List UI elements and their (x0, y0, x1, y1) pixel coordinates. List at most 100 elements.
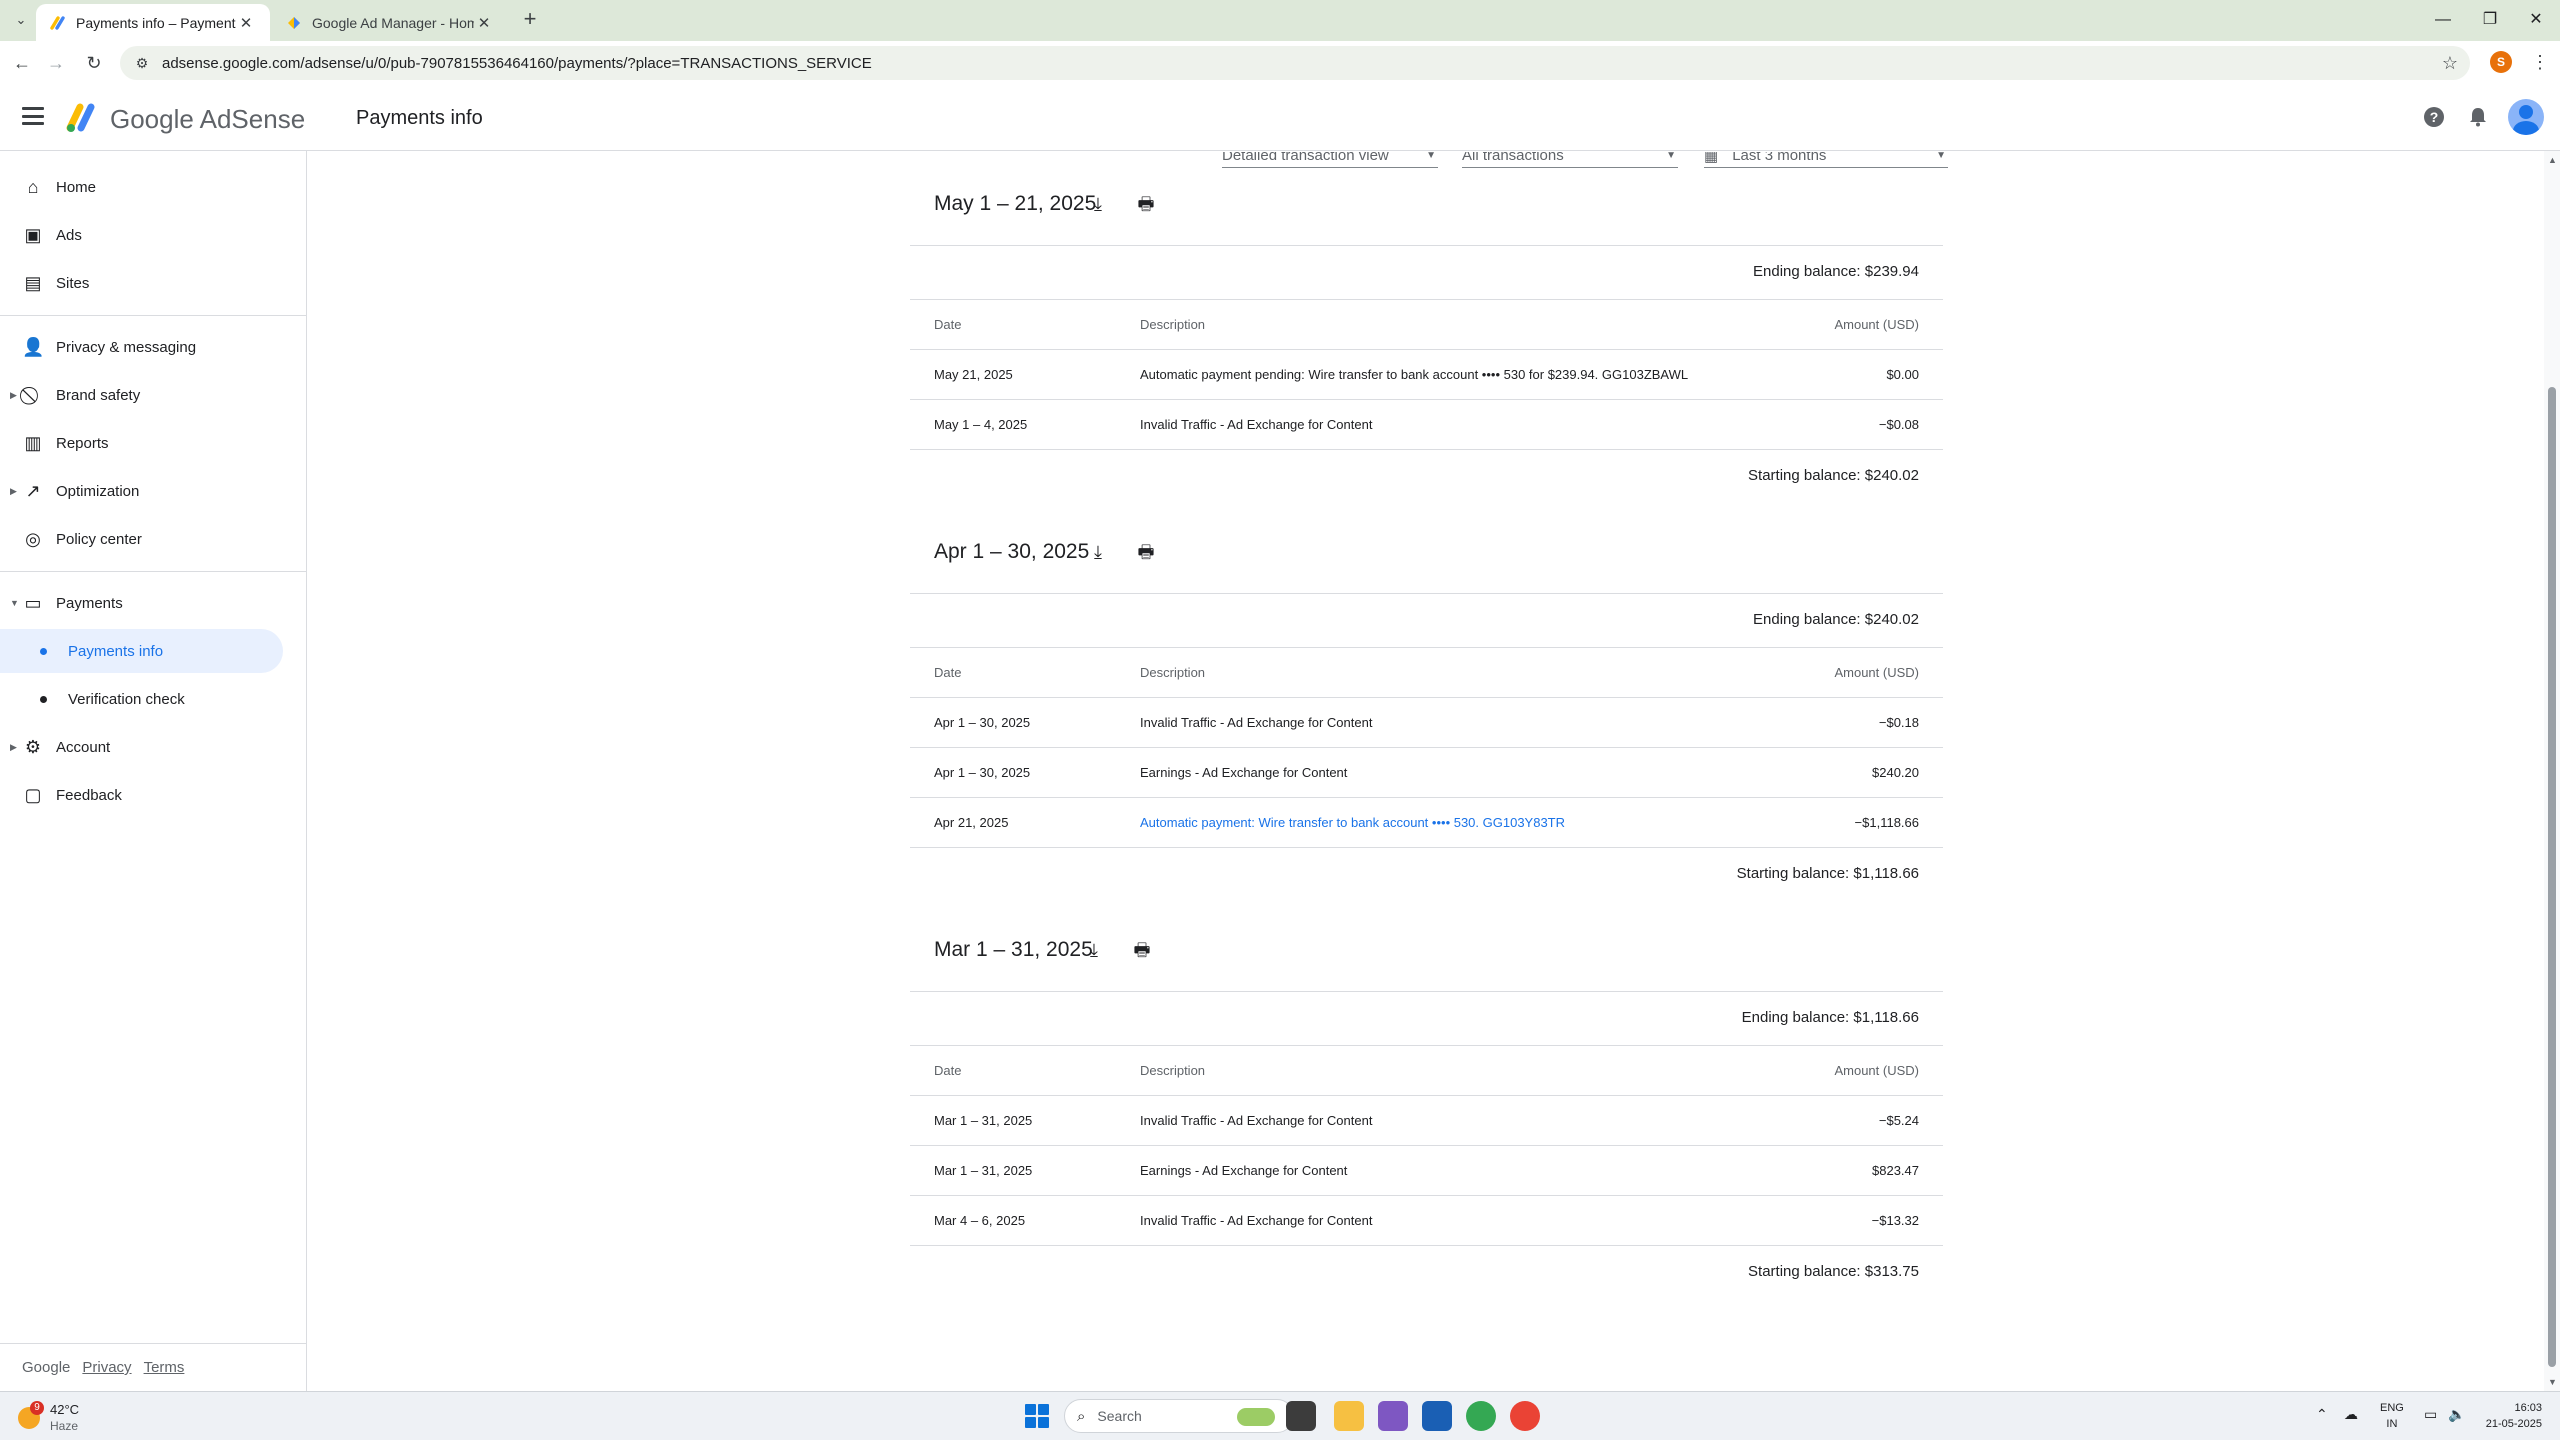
sidebar-item-privacy-messaging[interactable]: 👤 Privacy & messaging (0, 325, 283, 369)
url-text[interactable]: adsense.google.com/adsense/u/0/pub-79078… (162, 55, 872, 72)
address-bar[interactable]: ⚙ adsense.google.com/adsense/u/0/pub-790… (120, 46, 2470, 80)
expand-caret-icon[interactable]: ▶ (10, 486, 17, 497)
view-filter-dropdown[interactable]: Detailed transaction view ▼ (1222, 152, 1438, 168)
row-amount: −$13.32 (1871, 1213, 1919, 1228)
copilot-icon[interactable] (1378, 1401, 1408, 1431)
browser-toolbar: ← → ↻ ⚙ adsense.google.com/adsense/u/0/p… (0, 41, 2560, 85)
sidebar-item-sites[interactable]: ▤ Sites (0, 261, 283, 305)
collapse-caret-icon[interactable]: ▼ (10, 598, 19, 608)
bookmark-star-icon[interactable]: ☆ (2442, 53, 2458, 74)
tab-close-icon[interactable]: ✕ (236, 14, 256, 32)
column-header-date: Date (934, 665, 962, 680)
os-taskbar: 9 42°C Haze ⌕ Search ⌃ ☁ ENG IN ▭ 🔈 16:0… (0, 1391, 2560, 1440)
profile-avatar[interactable]: S (2490, 51, 2512, 73)
account-avatar-icon[interactable] (2508, 99, 2544, 135)
payments-icon: ▭ (24, 593, 42, 613)
file-explorer-icon[interactable] (1334, 1401, 1364, 1431)
network-icon[interactable]: ▭ (2424, 1406, 2437, 1423)
sidebar-item-label: Payments info (68, 642, 164, 660)
system-clock[interactable]: 16:03 21-05-2025 (2470, 1400, 2542, 1432)
column-header-description: Description (1140, 1063, 1206, 1078)
print-icon[interactable]: 🖶 (1130, 938, 1154, 962)
sidebar-item-label: Brand safety (56, 386, 141, 404)
print-icon[interactable]: 🖶 (1134, 192, 1158, 216)
period-title: Apr 1 – 30, 2025 (934, 540, 1090, 563)
print-icon[interactable]: 🖶 (1134, 540, 1158, 564)
sidebar-item-optimization[interactable]: ▶ ↗ Optimization (0, 469, 283, 513)
taskbar-search[interactable]: ⌕ Search (1064, 1399, 1294, 1433)
scrollbar-thumb[interactable] (2548, 387, 2556, 1367)
weather-widget[interactable]: 9 42°C Haze (18, 1399, 138, 1435)
ending-balance-row: Ending balance: $240.02 (910, 594, 1943, 648)
sidebar-item-brand-safety[interactable]: ▶ ⃠ Brand safety (0, 373, 283, 417)
main-menu-icon[interactable] (22, 107, 44, 125)
sites-icon: ▤ (24, 273, 42, 293)
dropdown-arrow-icon: ▼ (1666, 152, 1676, 161)
row-amount: $0.00 (1886, 367, 1919, 382)
scroll-down-arrow-icon[interactable]: ▼ (2548, 1377, 2557, 1387)
tab-search-icon[interactable]: ⌄ (10, 9, 32, 31)
download-icon[interactable]: ⤓ (1086, 540, 1110, 564)
store-icon[interactable] (1422, 1401, 1452, 1431)
sidebar-item-label: Privacy & messaging (56, 338, 197, 356)
privacy-link[interactable]: Privacy (82, 1359, 131, 1376)
sidebar-item-payments[interactable]: ▼ ▭ Payments (0, 581, 283, 625)
period-header: Mar 1 – 31, 2025 ⤓ 🖶 (910, 928, 1943, 992)
browser-tab-bar: ⌄ Payments info – Payments – Go ✕ Google… (0, 0, 2560, 41)
dropdown-arrow-icon: ▼ (1426, 152, 1436, 161)
tab-ad-manager[interactable]: Google Ad Manager - Home ✕ (272, 4, 508, 41)
download-icon[interactable]: ⤓ (1082, 938, 1106, 962)
row-amount: −$0.08 (1878, 417, 1919, 432)
scroll-up-arrow-icon[interactable]: ▲ (2548, 155, 2557, 165)
adsense-favicon-icon (50, 15, 65, 30)
bullet-icon (40, 696, 47, 703)
transaction-type-dropdown[interactable]: All transactions ▼ (1462, 152, 1678, 168)
chrome-icon[interactable] (1466, 1401, 1496, 1431)
volume-icon[interactable]: 🔈 (2448, 1406, 2465, 1423)
row-amount: −$0.18 (1878, 715, 1919, 730)
table-row: Apr 1 – 30, 2025 Invalid Traffic - Ad Ex… (910, 698, 1943, 748)
reload-icon[interactable]: ↻ (82, 51, 106, 75)
tab-payments-info[interactable]: Payments info – Payments – Go ✕ (36, 4, 270, 41)
onedrive-icon[interactable]: ☁ (2344, 1406, 2358, 1423)
row-amount: −$1,118.66 (1854, 815, 1919, 830)
back-icon[interactable]: ← (10, 51, 34, 75)
tab-close-icon[interactable]: ✕ (474, 14, 494, 32)
expand-caret-icon[interactable]: ▶ (10, 742, 17, 753)
download-icon[interactable]: ⤓ (1086, 192, 1110, 216)
table-header: Date Description Amount (USD) (910, 1046, 1943, 1096)
terms-link[interactable]: Terms (144, 1359, 185, 1376)
new-tab-button[interactable]: + (518, 8, 542, 32)
minimize-button[interactable]: — (2425, 6, 2461, 34)
language-indicator[interactable]: ENG IN (2380, 1400, 2404, 1432)
transaction-type-value: All transactions (1462, 152, 1564, 164)
row-date: Apr 1 – 30, 2025 (934, 715, 1031, 730)
sidebar-item-reports[interactable]: ▥ Reports (0, 421, 283, 465)
sidebar-item-home[interactable]: ⌂ Home (0, 165, 283, 209)
forward-icon[interactable]: → (44, 51, 68, 75)
sidebar-item-account[interactable]: ▶ ⚙ Account (0, 725, 283, 769)
clock-time: 16:03 (2514, 1402, 2542, 1414)
sidebar-item-verification-check[interactable]: Verification check (0, 677, 283, 721)
chrome-profile-icon[interactable] (1510, 1401, 1540, 1431)
terminal-app-icon[interactable] (1286, 1401, 1316, 1431)
help-icon[interactable]: ? (2421, 105, 2447, 131)
trending-icon: ↗ (25, 481, 41, 501)
row-description: Invalid Traffic - Ad Exchange for Conten… (1140, 417, 1373, 432)
tab-title: Payments info – Payments – Go (76, 14, 236, 31)
payment-detail-link[interactable]: Automatic payment: Wire transfer to bank… (1140, 815, 1565, 830)
site-info-icon[interactable]: ⚙ (128, 49, 156, 77)
windows-start-icon[interactable] (1022, 1401, 1052, 1431)
expand-caret-icon[interactable]: ▶ (10, 390, 17, 401)
sidebar-item-feedback[interactable]: ▢ Feedback (0, 773, 283, 817)
sidebar-item-payments-info[interactable]: Payments info (0, 629, 283, 673)
browser-menu-icon[interactable]: ⋮ (2530, 50, 2550, 74)
sidebar-item-policy-center[interactable]: ◎ Policy center (0, 517, 283, 561)
date-range-dropdown[interactable]: ▦ Last 3 months ▼ (1704, 152, 1948, 168)
notifications-bell-icon[interactable] (2465, 105, 2491, 131)
close-window-button[interactable]: ✕ (2518, 6, 2554, 34)
restore-button[interactable]: ❐ (2472, 6, 2508, 34)
page-scrollbar[interactable]: ▲ ▼ (2544, 151, 2560, 1391)
sidebar-item-ads[interactable]: ▣ Ads (0, 213, 283, 257)
tray-overflow-icon[interactable]: ⌃ (2316, 1406, 2328, 1423)
